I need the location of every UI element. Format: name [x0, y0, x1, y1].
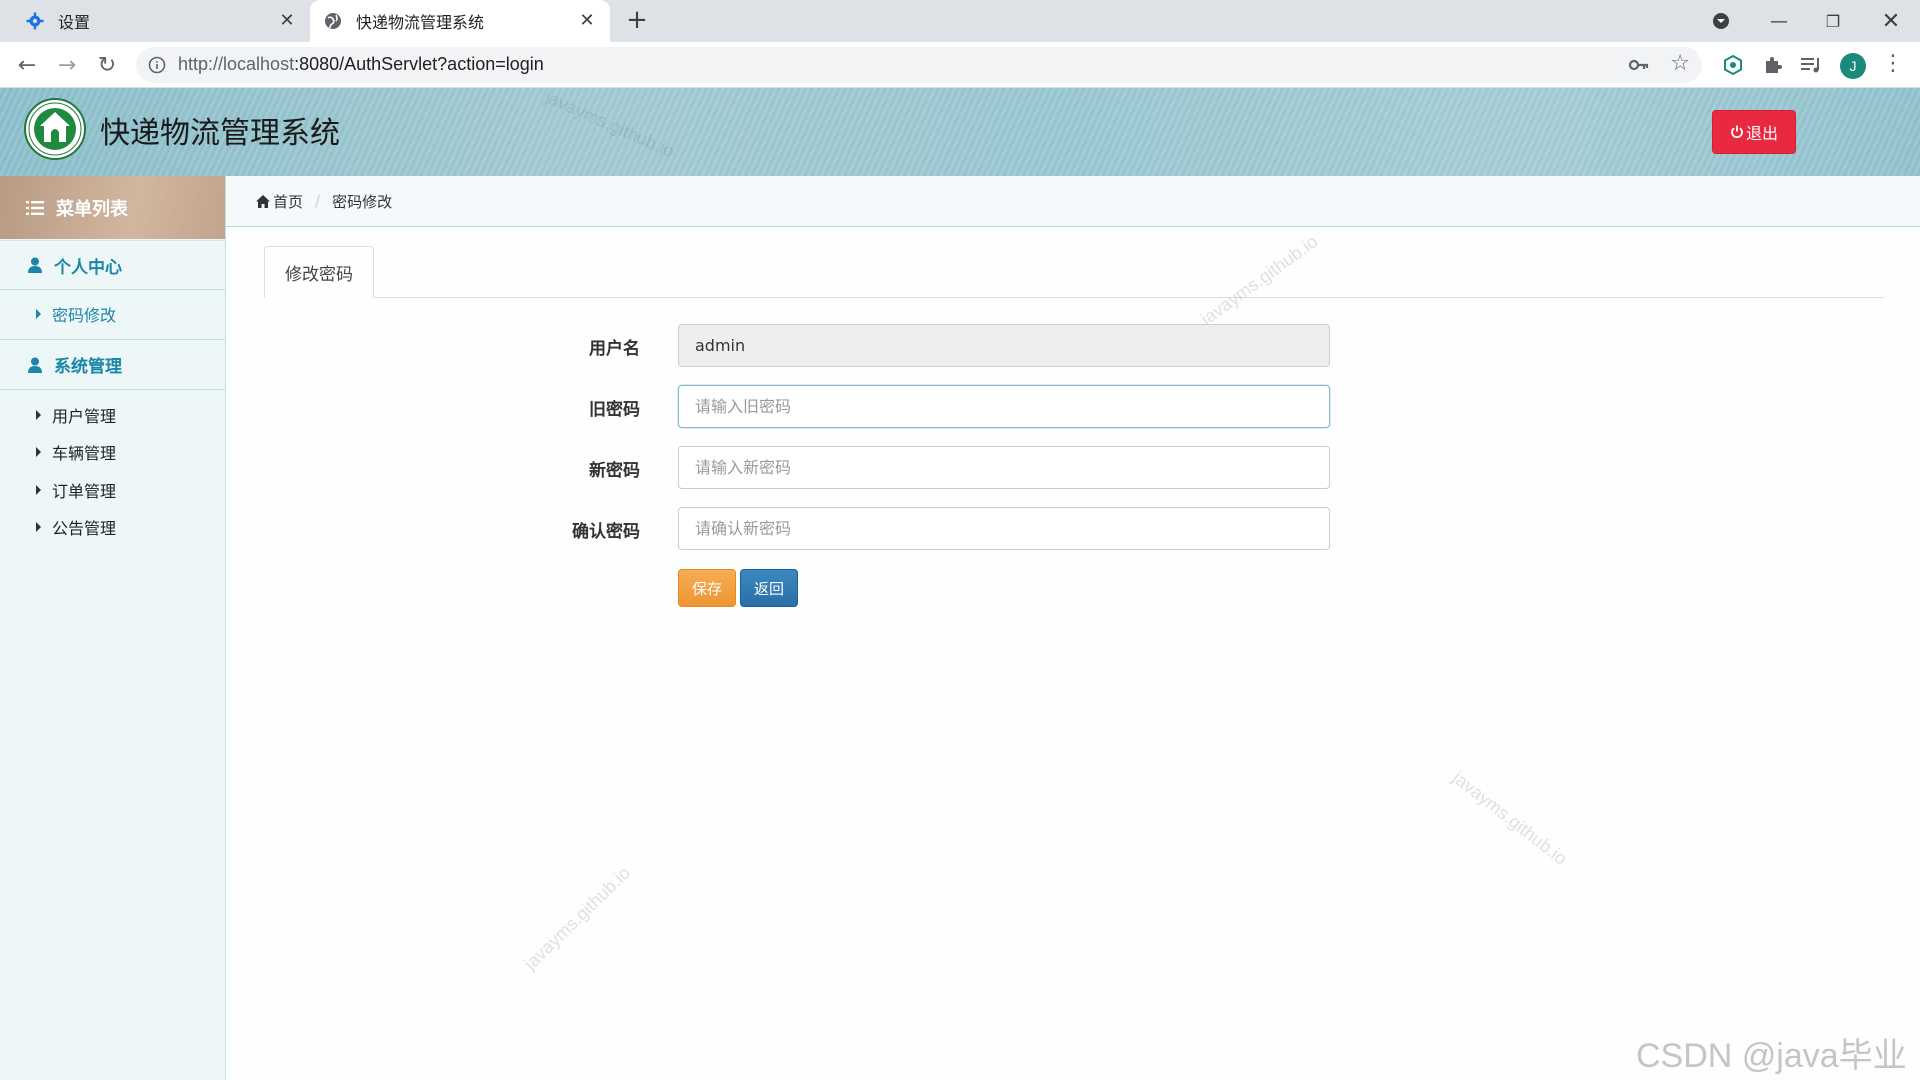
username-label: 用户名: [589, 339, 640, 359]
sidebar-item-orders[interactable]: 订单管理: [0, 472, 225, 508]
sidebar-group-personal[interactable]: 个人中心: [0, 240, 225, 290]
save-button[interactable]: 保存: [678, 569, 736, 607]
caret-right-icon: [36, 309, 41, 319]
caret-right-icon: [36, 447, 41, 457]
app-header: 快递物流管理系统 javayms.github.io 退出: [0, 86, 1920, 176]
back-arrow-icon[interactable]: ←: [12, 50, 42, 80]
tab-strip-line: [264, 297, 1884, 298]
browser-toolbar: ← → ↻ http://localhost:8080/AuthServlet?…: [0, 42, 1920, 88]
username-field[interactable]: [678, 324, 1330, 367]
back-button[interactable]: 返回: [740, 569, 798, 607]
browser-tab-bar: 设置 ✕ 快递物流管理系统 ✕ + — ❐ ✕: [0, 0, 1920, 42]
group-label: 个人中心: [54, 257, 122, 278]
watermark: javayms.github.io: [520, 862, 635, 974]
sidebar-item-password[interactable]: 密码修改: [0, 296, 225, 332]
sidebar: 菜单列表 个人中心 密码修改 系统管理 用户管理 车辆管理 订单管理 公告管理: [0, 176, 226, 1080]
minimize-icon[interactable]: —: [1764, 8, 1794, 34]
group-label: 系统管理: [54, 357, 122, 377]
breadcrumb: 首页 / 密码修改: [226, 176, 1920, 227]
confirm-password-label: 确认密码: [572, 522, 640, 542]
menu-header: 菜单列表: [0, 176, 225, 239]
sidebar-item-vehicles[interactable]: 车辆管理: [0, 434, 225, 470]
logout-button[interactable]: 退出: [1712, 110, 1796, 154]
breadcrumb-home[interactable]: 首页: [273, 191, 303, 212]
sidebar-item-label: 车辆管理: [52, 444, 117, 463]
address-bar[interactable]: http://localhost:8080/AuthServlet?action…: [136, 47, 1702, 83]
list-icon: [26, 200, 44, 215]
browser-tab-settings[interactable]: 设置 ✕: [10, 0, 310, 42]
home-icon: [256, 194, 270, 208]
old-password-field[interactable]: [678, 385, 1330, 428]
forward-arrow-icon[interactable]: →: [52, 50, 82, 80]
sidebar-item-users[interactable]: 用户管理: [0, 397, 225, 433]
menu-title: 菜单列表: [56, 198, 128, 220]
sidebar-group-system[interactable]: 系统管理: [0, 340, 225, 390]
watermark: javayms.github.io: [1448, 767, 1571, 869]
sidebar-item-label: 用户管理: [52, 407, 117, 426]
reading-list-icon[interactable]: [1800, 54, 1822, 76]
sidebar-item-label: 公告管理: [52, 519, 117, 538]
close-icon[interactable]: ✕: [278, 12, 296, 30]
reload-icon[interactable]: ↻: [92, 50, 122, 80]
tab-search-icon[interactable]: [1709, 8, 1733, 34]
sidebar-item-label: 密码修改: [52, 306, 117, 325]
app-title: 快递物流管理系统: [100, 116, 340, 151]
window-close-icon[interactable]: ✕: [1876, 8, 1906, 34]
tab-title: 设置: [58, 13, 91, 32]
puzzle-icon[interactable]: [1762, 54, 1784, 76]
bookmark-star-icon[interactable]: ☆: [1670, 53, 1690, 75]
key-icon[interactable]: [1628, 55, 1650, 75]
profile-avatar[interactable]: J: [1840, 53, 1866, 79]
caret-right-icon: [36, 522, 41, 532]
gear-icon: [26, 12, 44, 30]
info-icon[interactable]: [148, 56, 166, 74]
confirm-password-field[interactable]: [678, 507, 1330, 550]
tab-change-password[interactable]: 修改密码: [264, 246, 374, 298]
university-logo: [24, 98, 86, 160]
caret-right-icon: [36, 410, 41, 420]
caret-right-icon: [36, 485, 41, 495]
browser-tab-app[interactable]: 快递物流管理系统 ✕: [310, 0, 610, 42]
restore-icon[interactable]: ❐: [1818, 8, 1848, 34]
credit-watermark: CSDN @java毕业: [1636, 1037, 1907, 1075]
url-text[interactable]: http://localhost:8080/AuthServlet?action…: [178, 54, 544, 75]
logout-label: 退出: [1745, 124, 1778, 143]
old-password-label: 旧密码: [589, 400, 640, 420]
sidebar-item-announcements[interactable]: 公告管理: [0, 509, 225, 545]
new-password-label: 新密码: [589, 461, 640, 481]
breadcrumb-divider: /: [315, 192, 321, 210]
user-icon: [28, 257, 42, 273]
tab-title: 快递物流管理系统: [356, 13, 485, 32]
sidebar-item-label: 订单管理: [52, 482, 117, 501]
watermark: javayms.github.io: [542, 86, 678, 162]
new-tab-icon[interactable]: +: [624, 7, 650, 34]
extension-hex-icon[interactable]: [1722, 54, 1744, 76]
power-icon: [1730, 125, 1744, 139]
new-password-field[interactable]: [678, 446, 1330, 489]
watermark: javayms.github.io: [1197, 231, 1322, 330]
more-menu-icon[interactable]: ⋮: [1882, 53, 1904, 76]
globe-icon: [324, 12, 342, 30]
user-icon: [28, 357, 42, 373]
breadcrumb-current: 密码修改: [332, 192, 393, 211]
close-icon[interactable]: ✕: [578, 12, 596, 30]
